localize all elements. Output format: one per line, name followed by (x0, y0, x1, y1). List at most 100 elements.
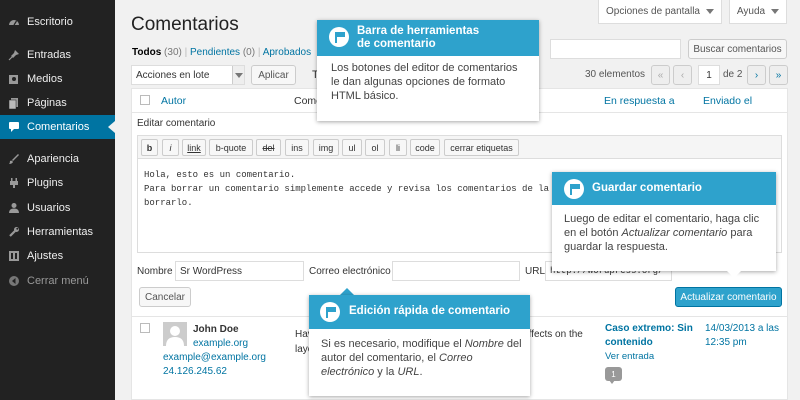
sidebar-item-ajustes[interactable]: Ajustes (0, 244, 115, 268)
qt-ins-button[interactable]: ins (285, 139, 309, 156)
user-icon (8, 202, 20, 214)
screen-options-label: Opciones de pantalla (606, 6, 700, 17)
author-ip-link[interactable]: 24.126.245.62 (163, 366, 227, 377)
response-post-link[interactable]: Caso extremo: Sin contenido (605, 322, 700, 350)
brush-icon (8, 153, 20, 165)
tooltip-header: Guardar comentario (552, 172, 776, 205)
comment-text-line: borrarlo. (144, 198, 193, 208)
next-page-button[interactable]: › (747, 65, 766, 85)
author-name: John Doe (193, 324, 239, 335)
qt-bold-button[interactable]: b (141, 139, 158, 156)
filter-pending[interactable]: Pendientes (190, 47, 240, 58)
tooltip-arrow (340, 288, 354, 295)
search-comments-button[interactable]: Buscar comentarios (688, 39, 787, 59)
view-post-link[interactable]: Ver entrada (605, 351, 654, 362)
name-label: Nombre (137, 266, 173, 277)
page-title: Comentarios (131, 14, 239, 35)
search-input[interactable] (550, 39, 681, 59)
column-in-response[interactable]: En respuesta a (604, 95, 675, 107)
sidebar-collapse-menu[interactable]: Cerrar menú (0, 269, 115, 293)
chevron-down-icon (232, 66, 244, 84)
total-pages: de 2 (723, 69, 743, 80)
tooltip-arrow (727, 271, 741, 278)
tooltip-emphasis: URL (397, 366, 420, 378)
qt-del-button[interactable]: del (256, 139, 281, 156)
sidebar-item-label: Cerrar menú (27, 275, 89, 287)
tooltip-header: Barra de herramientas de comentario (317, 20, 539, 56)
sidebar-item-label: Entradas (27, 49, 72, 61)
sidebar-item-paginas[interactable]: Páginas (0, 91, 115, 115)
author-email-link[interactable]: example@example.org (163, 352, 266, 363)
qt-link-button[interactable]: link (182, 139, 206, 156)
help-button[interactable]: Ayuda (729, 0, 787, 24)
plugin-icon (8, 177, 20, 189)
collapse-icon (8, 275, 20, 287)
tooltip-title: Barra de herramientas (357, 25, 480, 37)
tooltip-emphasis: Nombre (464, 338, 504, 350)
comment-icon (8, 121, 20, 133)
tooltip-toolbar: Barra de herramientas de comentario Los … (317, 20, 539, 121)
update-comment-button[interactable]: Actualizar comentario (675, 287, 782, 307)
sidebar-item-apariencia[interactable]: Apariencia (0, 147, 115, 171)
cancel-button[interactable]: Cancelar (139, 287, 191, 307)
tooltip-text: y la (374, 366, 398, 378)
sidebar-item-medios[interactable]: Medios (0, 67, 115, 91)
sidebar-item-plugins[interactable]: Plugins (0, 171, 115, 195)
avatar (163, 322, 187, 346)
column-author[interactable]: Autor (161, 95, 186, 107)
qt-close-tags-button[interactable]: cerrar etiquetas (444, 139, 519, 156)
tooltip-title: Guardar comentario (592, 182, 702, 194)
tooltip-body: Los botones del editor de comentarios le… (331, 62, 518, 102)
filter-pending-count: (0) (242, 47, 256, 58)
last-page-button[interactable]: » (769, 65, 788, 85)
tooltip-save-comment: Guardar comentario Luego de editar el co… (552, 172, 776, 271)
filter-sep: | (184, 47, 188, 58)
sidebar-item-label: Usuarios (27, 202, 71, 214)
qt-italic-button[interactable]: i (162, 139, 179, 156)
items-count: 30 elementos (585, 69, 646, 80)
column-sent[interactable]: Enviado el (703, 95, 752, 107)
select-all-checkbox[interactable] (140, 95, 150, 105)
qt-blockquote-button[interactable]: b-quote (209, 139, 253, 156)
sidebar-item-label: Medios (27, 73, 63, 85)
qt-ul-button[interactable]: ul (342, 139, 362, 156)
qt-img-button[interactable]: img (313, 139, 339, 156)
flag-icon (329, 27, 349, 47)
comment-count-bubble[interactable]: 1 (605, 367, 622, 381)
sidebar-item-label: Ajustes (27, 250, 64, 262)
sidebar-item-label: Escritorio (27, 16, 73, 28)
url-label: URL (525, 266, 546, 277)
screen-options-button[interactable]: Opciones de pantalla (598, 0, 722, 24)
tooltip-title: Edición rápida de comentario (349, 305, 511, 317)
tooltip-header: Edición rápida de comentario (309, 295, 530, 329)
email-label: Correo electrónico (309, 266, 391, 277)
filter-all[interactable]: Todos (132, 47, 161, 58)
sidebar-item-herramientas[interactable]: Herramientas (0, 220, 115, 244)
tooltip-text: Si es necesario, modifique el (321, 338, 465, 350)
qt-code-button[interactable]: code (410, 139, 440, 156)
name-field[interactable]: Sr WordPress (175, 261, 304, 281)
sidebar-item-usuarios[interactable]: Usuarios (0, 196, 115, 220)
row-checkbox[interactable] (140, 323, 150, 333)
tooltip-emphasis: Actualizar comentario (621, 227, 728, 239)
comment-date-link[interactable]: 14/03/2013 a las 12:35 pm (705, 322, 785, 350)
sidebar-item-comentarios[interactable]: Comentarios (0, 115, 115, 139)
current-page-input[interactable]: 1 (698, 65, 720, 85)
sidebar-item-entradas[interactable]: Entradas (0, 43, 115, 67)
sidebar-item-label: Plugins (27, 177, 64, 189)
filter-approved[interactable]: Aprobados (263, 47, 311, 58)
first-page-button[interactable]: « (651, 65, 670, 85)
qt-ol-button[interactable]: ol (365, 139, 385, 156)
chevron-down-icon (771, 9, 780, 14)
bulk-actions-select[interactable]: Acciones en lote (131, 65, 245, 85)
email-field[interactable] (392, 261, 520, 281)
sidebar-item-escritorio[interactable]: Escritorio (0, 10, 115, 34)
filter-all-count: (30) (164, 47, 182, 58)
tooltip-quick-edit: Edición rápida de comentario Si es neces… (309, 295, 530, 396)
settings-icon (8, 250, 20, 262)
qt-li-button[interactable]: li (389, 139, 407, 156)
help-label: Ayuda (736, 6, 766, 17)
author-site-link[interactable]: example.org (193, 338, 248, 349)
prev-page-button[interactable]: ‹ (673, 65, 692, 85)
apply-button[interactable]: Aplicar (251, 65, 296, 85)
